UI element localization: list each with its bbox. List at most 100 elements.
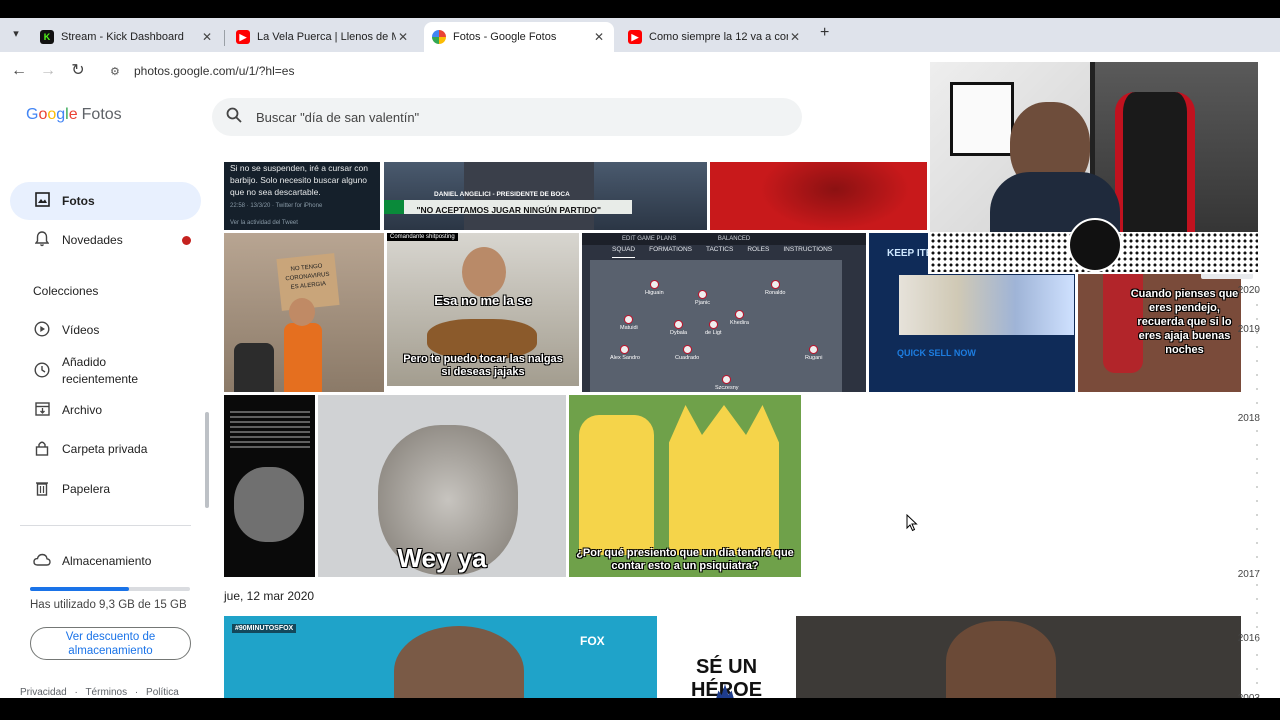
play-circle-icon: [32, 320, 52, 340]
photo-90minutos-fox[interactable]: #90MINUTOSFOX FOX: [224, 616, 657, 698]
man-face: [394, 626, 524, 698]
search-bar[interactable]: [212, 98, 802, 136]
timeline-dot: [1256, 514, 1258, 516]
timeline-dot: [1256, 472, 1258, 474]
streamer-logo: [1068, 218, 1122, 272]
gaming-chair: [1115, 92, 1195, 242]
browser-window: ▾ K Stream - Kick Dashboard ✕ ▶ La Vela …: [0, 18, 1280, 698]
tab-kick[interactable]: K Stream - Kick Dashboard ✕: [32, 22, 222, 52]
timeline-dot: [1256, 444, 1258, 446]
game-menu-item: INSTRUCTIONS: [783, 246, 833, 253]
search-input[interactable]: [256, 109, 756, 125]
photo-pes-tactics[interactable]: EDIT GAME PLANS BALANCED SQUAD FORMATIONS…: [582, 233, 866, 392]
google-photos-icon: [432, 30, 446, 44]
forward-arrow-icon[interactable]: →: [37, 60, 59, 82]
tab-title: Stream - Kick Dashboard: [61, 31, 184, 43]
tv-banner-bg: "NO ACEPTAMOS JUGAR NINGÚN PARTIDO": [384, 200, 632, 215]
storage-discount-button[interactable]: Ver descuento de almacenamiento: [30, 627, 191, 660]
date-header: jue, 12 mar 2020: [224, 589, 315, 603]
lock-icon: [32, 440, 52, 459]
timeline-year-2016[interactable]: 2016: [1238, 633, 1260, 644]
archive-icon: [32, 401, 52, 419]
timeline-dot: [1256, 360, 1258, 362]
privacy-link[interactable]: Privacidad: [20, 687, 67, 698]
trash-icon: [32, 480, 52, 499]
timeline-dot: [1256, 332, 1258, 334]
photo-cat-wey-ya[interactable]: Wey ya: [318, 395, 566, 577]
site-info-icon[interactable]: ⚙: [110, 65, 126, 78]
timeline-dot: [1256, 598, 1258, 600]
streamer-webcam-overlay: [928, 60, 1260, 274]
reload-icon[interactable]: ↻: [67, 60, 89, 82]
photo-red-drawing[interactable]: [710, 162, 927, 230]
sidebar-item-label: Carpeta privada: [62, 442, 148, 456]
photo-tweet-barbijo[interactable]: Si no se suspenden, iré a cursar con bar…: [224, 162, 380, 230]
timeline-dot: [1256, 528, 1258, 530]
photo-cr7-meme[interactable]: Comandante shitposting Esa no me la se P…: [387, 233, 579, 386]
close-icon[interactable]: ✕: [396, 30, 410, 44]
photo-article-screenshot[interactable]: [224, 395, 315, 577]
photo-icon: [32, 192, 52, 210]
sidebar-item-recientes[interactable]: Añadido recientemente: [10, 348, 201, 394]
sidebar-scrollbar[interactable]: [205, 412, 209, 508]
terms-link[interactable]: Términos: [85, 687, 127, 698]
sidebar-item-carpeta-privada[interactable]: Carpeta privada: [10, 430, 201, 468]
sidebar-item-archivo[interactable]: Archivo: [10, 391, 201, 429]
timeline-dot: [1256, 640, 1258, 642]
new-tab-plus-icon[interactable]: +: [820, 24, 829, 42]
fifa-text: KEEP ITE: [887, 248, 933, 259]
timeline-dot: [1256, 654, 1258, 656]
tab-strip: ▾ K Stream - Kick Dashboard ✕ ▶ La Vela …: [0, 18, 1280, 52]
search-icon[interactable]: [212, 107, 256, 127]
tab-youtube-la-12[interactable]: ▶ Como siempre la 12 va a correr ✕: [620, 22, 810, 52]
photo-se-un-heroe[interactable]: SÉ UN HÉROE: [660, 616, 793, 698]
red-drawing-shape: [760, 162, 910, 230]
timeline-dot: [1256, 626, 1258, 628]
close-icon[interactable]: ✕: [788, 30, 802, 44]
game-title: EDIT GAME PLANS: [622, 236, 677, 242]
article-lines: [230, 411, 310, 451]
policy-link[interactable]: Política: [146, 687, 179, 698]
sidebar-item-fotos[interactable]: Fotos: [10, 182, 201, 220]
tab-title: La Vela Puerca | Llenos de Magia: [257, 31, 396, 43]
game-menu-item: TACTICS: [705, 246, 734, 253]
tab-google-photos[interactable]: Fotos - Google Fotos ✕: [424, 22, 614, 52]
sidebar-item-novedades[interactable]: Novedades: [10, 221, 201, 259]
tab-search-chevron-icon[interactable]: ▾: [6, 24, 26, 44]
tv-banner-text: "NO ACEPTAMOS JUGAR NINGÚN PARTIDO": [416, 205, 601, 215]
google-photos-logo[interactable]: Google Fotos: [26, 106, 122, 124]
timeline-year-2018[interactable]: 2018: [1238, 413, 1260, 424]
photo-simpsons-meme[interactable]: ¿Por qué presiento que un día tendré que…: [569, 395, 801, 577]
90minutos-logo: #90MINUTOSFOX: [232, 624, 297, 633]
timeline-year-2003[interactable]: 2003: [1238, 693, 1260, 698]
sidebar-item-videos[interactable]: Vídeos: [10, 311, 201, 349]
game-balanced: BALANCED: [717, 236, 751, 242]
photo-reaction-face[interactable]: [796, 616, 1241, 698]
timeline-dot: [1256, 430, 1258, 432]
address-bar[interactable]: ⚙ photos.google.com/u/1/?hl=es: [100, 57, 920, 85]
tv-header: DANIEL ANGELICI - PRESIDENTE DE BOCA: [434, 191, 570, 198]
timeline-dot: [1256, 486, 1258, 488]
close-icon[interactable]: ✕: [592, 30, 606, 44]
player-marker: Higuain: [645, 280, 664, 296]
man-face: [946, 621, 1056, 698]
simpsons-caption: ¿Por qué presiento que un día tendré que…: [576, 547, 794, 572]
tweet-footer: Ver la actividad del Tweet: [230, 220, 298, 226]
meme-caption-top: Esa no me la se: [434, 293, 532, 308]
back-arrow-icon[interactable]: ←: [8, 60, 30, 82]
meme-face: [462, 247, 506, 297]
timeline-dot: [1256, 416, 1258, 418]
tab-youtube-vela-puerca[interactable]: ▶ La Vela Puerca | Llenos de Magia ✕: [228, 22, 418, 52]
player-marker: de Ligt: [705, 320, 722, 336]
photo-angelici[interactable]: DANIEL ANGELICI - PRESIDENTE DE BOCA "NO…: [384, 162, 707, 230]
sidebar-item-papelera[interactable]: Papelera: [10, 470, 201, 508]
sidebar-item-almacenamiento[interactable]: Almacenamiento: [10, 542, 201, 580]
clock-icon: [32, 361, 52, 381]
close-icon[interactable]: ✕: [200, 30, 214, 44]
sidebar-item-label: Fotos: [62, 194, 95, 208]
sidebar-item-label: Almacenamiento: [62, 554, 152, 568]
youtube-icon: ▶: [628, 30, 642, 44]
timeline-dot: [1256, 374, 1258, 376]
player-marker: Ronaldo: [765, 280, 786, 296]
photo-alergia-sign[interactable]: NO TENGO CORONAVIRUS ES ALERGIA: [224, 233, 384, 392]
